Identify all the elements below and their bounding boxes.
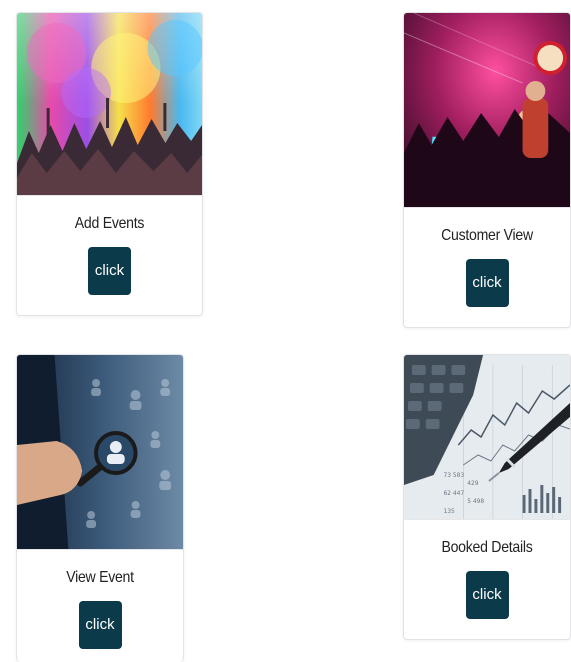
svg-text:5 498: 5 498 (467, 498, 484, 505)
dashboard-page: Add Events click Customer View click Vie… (0, 0, 571, 662)
card-booked-details: 73 583 429 62 447 5 498 135 Booked Details… (403, 354, 571, 640)
card-title: Booked Details (441, 539, 533, 556)
calculator-pen-finance-image: 73 583 429 62 447 5 498 135 (404, 355, 570, 520)
card-customer-view: Customer View click (403, 12, 571, 328)
svg-text:429: 429 (467, 480, 479, 487)
nightclub-party-image (404, 13, 570, 208)
view-event-click-button[interactable]: click (78, 601, 122, 649)
color-festival-crowd-image (17, 13, 202, 196)
card-title: Add Events (74, 215, 145, 232)
customer-view-click-button[interactable]: click (465, 259, 509, 307)
svg-text:73 583: 73 583 (444, 472, 465, 479)
add-events-click-button[interactable]: click (88, 247, 131, 295)
svg-text:62 447: 62 447 (444, 490, 465, 497)
card-title: View Event (66, 569, 134, 586)
magnifier-people-network-image (17, 355, 183, 550)
card-view-event: View Event click (16, 354, 184, 662)
card-title: Customer View (441, 227, 533, 244)
booked-details-click-button[interactable]: click (465, 571, 509, 619)
svg-text:135: 135 (444, 508, 456, 515)
card-add-events: Add Events click (16, 12, 203, 316)
